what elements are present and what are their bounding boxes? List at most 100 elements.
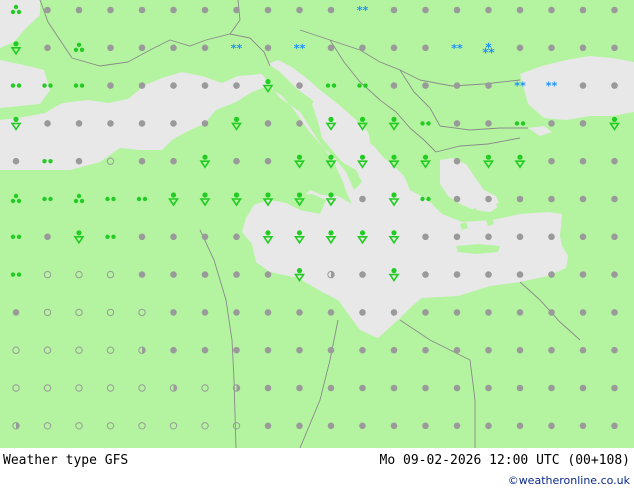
cloudy-dot-icon (390, 346, 398, 354)
cloudy-dot-icon (611, 422, 618, 430)
cloudy-dot-icon (107, 44, 114, 52)
cloudy-dot-icon (12, 309, 20, 316)
cloudy-dot-icon (138, 82, 146, 89)
cloudy-dot-icon (548, 346, 555, 354)
cloudy-dot-icon (579, 271, 587, 278)
cloudy-dot-icon (201, 346, 209, 354)
snow-icon: ** (294, 42, 306, 55)
cloudy-dot-icon (138, 157, 146, 165)
cloudy-dot-icon (138, 44, 146, 52)
cloudy-dot-icon (422, 233, 429, 241)
svg-text:**: ** (514, 80, 526, 93)
cloudy-dot-icon (201, 233, 209, 241)
cloudy-dot-icon (485, 422, 492, 430)
cloudy-dot-icon (44, 233, 51, 241)
cloudy-dot-icon (485, 309, 492, 316)
svg-text:**: ** (357, 4, 369, 17)
cloudy-dot-icon (44, 44, 51, 52)
cloudy-dot-icon (170, 6, 177, 14)
cloudy-dot-icon (296, 422, 303, 430)
svg-text:**: ** (294, 42, 306, 55)
map-footer: Weather type GFS Mo 09-02-2026 12:00 UTC… (0, 448, 634, 490)
cloudy-dot-icon (390, 384, 398, 392)
cloudy-dot-icon (75, 157, 83, 165)
cloudy-dot-icon (12, 157, 20, 165)
cloudy-dot-icon (359, 384, 366, 392)
cloudy-dot-icon (359, 309, 366, 316)
cloudy-dot-icon (170, 44, 177, 52)
cloudy-dot-icon (422, 384, 429, 392)
cloudy-dot-icon (327, 309, 335, 316)
cloudy-dot-icon (390, 422, 398, 430)
cloudy-dot-icon (390, 6, 398, 14)
cloudy-dot-icon (579, 422, 587, 430)
cloudy-dot-icon (516, 6, 524, 14)
map-title: Weather type GFS (3, 453, 129, 468)
cloudy-dot-icon (296, 384, 303, 392)
cloudy-dot-icon (422, 346, 429, 354)
cloudy-dot-icon (233, 6, 240, 14)
cloudy-dot-icon (170, 82, 177, 89)
snow-icon: ** (357, 4, 369, 17)
snow-shower-icon: ⁂ (482, 42, 495, 56)
cloudy-dot-icon (264, 309, 272, 316)
cloudy-dot-icon (611, 6, 618, 14)
cloudy-dot-icon (453, 422, 461, 430)
cloudy-dot-icon (201, 271, 209, 278)
cloudy-dot-icon (516, 384, 524, 392)
weather-map: ** ** ** ** ⁂ ** ** (0, 0, 634, 448)
cloudy-dot-icon (548, 6, 555, 14)
cloudy-dot-icon (485, 120, 492, 127)
credit-link[interactable]: ©weatheronline.co.uk (508, 474, 630, 487)
cloudy-dot-icon (453, 157, 461, 165)
cloudy-dot-icon (548, 271, 555, 278)
cloudy-dot-icon (296, 6, 303, 14)
cloudy-dot-icon (611, 44, 618, 52)
cloudy-dot-icon (170, 271, 177, 278)
cloudy-dot-icon (548, 120, 555, 127)
cloudy-dot-icon (327, 346, 335, 354)
cloudy-dot-icon (264, 346, 272, 354)
cloudy-dot-icon (138, 271, 146, 278)
svg-text:**: ** (231, 42, 243, 55)
cloudy-dot-icon (201, 82, 209, 89)
snow-icon: ** (546, 80, 558, 93)
cloudy-dot-icon (579, 6, 587, 14)
cloudy-dot-icon (516, 422, 524, 430)
cloudy-dot-icon (327, 422, 335, 430)
cloudy-dot-icon (453, 309, 461, 316)
cloudy-dot-icon (296, 309, 303, 316)
cloudy-dot-icon (390, 44, 398, 52)
cloudy-dot-icon (422, 82, 429, 89)
cloudy-dot-icon (611, 384, 618, 392)
cloudy-dot-icon (264, 384, 272, 392)
cloudy-dot-icon (422, 6, 429, 14)
cloudy-dot-icon (138, 233, 146, 241)
svg-text:**: ** (546, 80, 558, 93)
cloudy-dot-icon (611, 346, 618, 354)
cloudy-dot-icon (107, 120, 114, 127)
cloudy-dot-icon (233, 82, 240, 89)
cloudy-dot-icon (453, 346, 461, 354)
cloudy-dot-icon (359, 195, 366, 203)
cloudy-dot-icon (264, 157, 272, 165)
cloudy-dot-icon (548, 233, 555, 241)
cloudy-dot-icon (579, 44, 587, 52)
cloudy-dot-icon (516, 271, 524, 278)
cloudy-dot-icon (453, 384, 461, 392)
cloudy-dot-icon (44, 120, 51, 127)
cloudy-dot-icon (138, 120, 146, 127)
cloudy-dot-icon (453, 120, 461, 127)
valid-time: Mo 09-02-2026 12:00 UTC (00+108) (379, 453, 630, 468)
cloudy-dot-icon (548, 384, 555, 392)
cloudy-dot-icon (516, 309, 524, 316)
cloudy-dot-icon (485, 195, 492, 203)
cloudy-dot-icon (579, 384, 587, 392)
cloudy-dot-icon (485, 346, 492, 354)
cloudy-dot-icon (233, 346, 240, 354)
cloudy-dot-icon (170, 120, 177, 127)
cloudy-dot-icon (233, 271, 240, 278)
cloudy-dot-icon (107, 6, 114, 14)
cloudy-dot-icon (233, 157, 240, 165)
cloudy-dot-icon (327, 384, 335, 392)
